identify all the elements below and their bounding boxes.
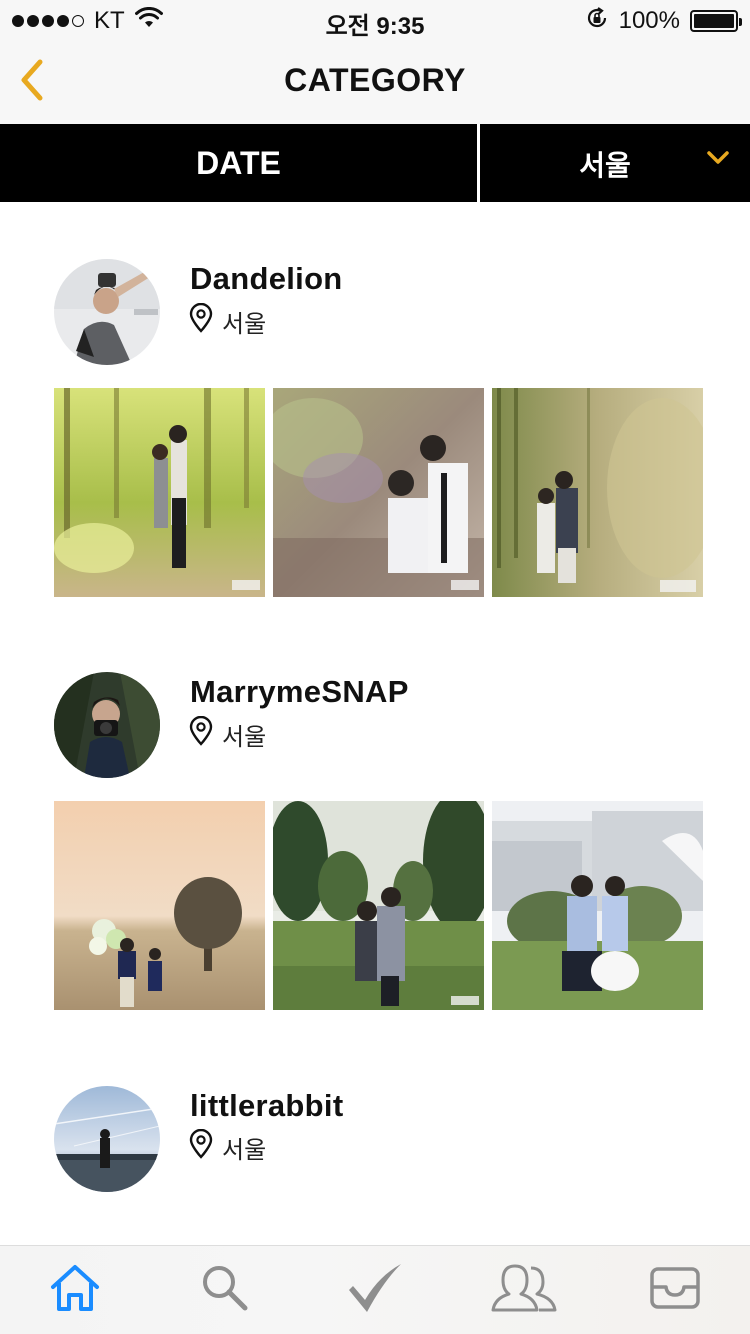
page-title: CATEGORY [284,62,466,98]
search-icon [199,1263,251,1318]
tab-home[interactable] [0,1246,150,1334]
chevron-down-icon [706,150,730,171]
portfolio-photo[interactable] [273,388,484,597]
photographer-location: 서울 [188,302,267,340]
tab-inbox[interactable] [600,1246,750,1334]
status-right: 100% [585,6,742,37]
location-pin-icon [188,1128,214,1166]
region-selected-label: 서울 [579,150,631,181]
portfolio-photo[interactable] [492,801,703,1010]
tab-bar [0,1245,750,1334]
battery-icon [690,10,742,32]
photographer-avatar[interactable] [54,259,160,365]
portfolio-photo[interactable] [54,801,265,1010]
portfolio-photo[interactable] [273,801,484,1010]
check-icon [345,1262,405,1319]
location-label: 서울 [222,724,267,751]
photographer-name[interactable]: MarrymeSNAP [190,674,409,710]
photographer-location: 서울 [188,1128,267,1166]
region-dropdown[interactable]: 서울 [480,124,750,202]
photographer-location: 서울 [188,715,267,753]
tab-people[interactable] [450,1246,600,1334]
navigation-bar: CATEGORY [0,40,750,124]
people-icon [491,1262,559,1319]
status-bar: KT 오전 9:35 100% [0,0,750,40]
photo-row [54,801,703,1010]
home-icon [49,1263,101,1318]
portfolio-photo[interactable] [54,388,265,597]
location-label: 서울 [222,311,267,338]
location-pin-icon [188,302,214,340]
photographer-name[interactable]: Dandelion [190,261,343,297]
inbox-icon [649,1265,701,1316]
tab-search[interactable] [150,1246,300,1334]
rotation-lock-icon [585,6,609,37]
photographer-name[interactable]: littlerabbit [190,1088,343,1124]
sort-date-button[interactable]: DATE [0,124,480,202]
tab-check[interactable] [300,1246,450,1334]
location-label: 서울 [222,1137,267,1164]
photographer-avatar[interactable] [54,1086,160,1192]
photo-row [54,388,703,597]
battery-percent: 100% [618,7,680,34]
location-pin-icon [188,715,214,753]
portfolio-photo[interactable] [492,388,703,597]
filter-bar: DATE 서울 [0,124,750,202]
photographer-avatar[interactable] [54,672,160,778]
